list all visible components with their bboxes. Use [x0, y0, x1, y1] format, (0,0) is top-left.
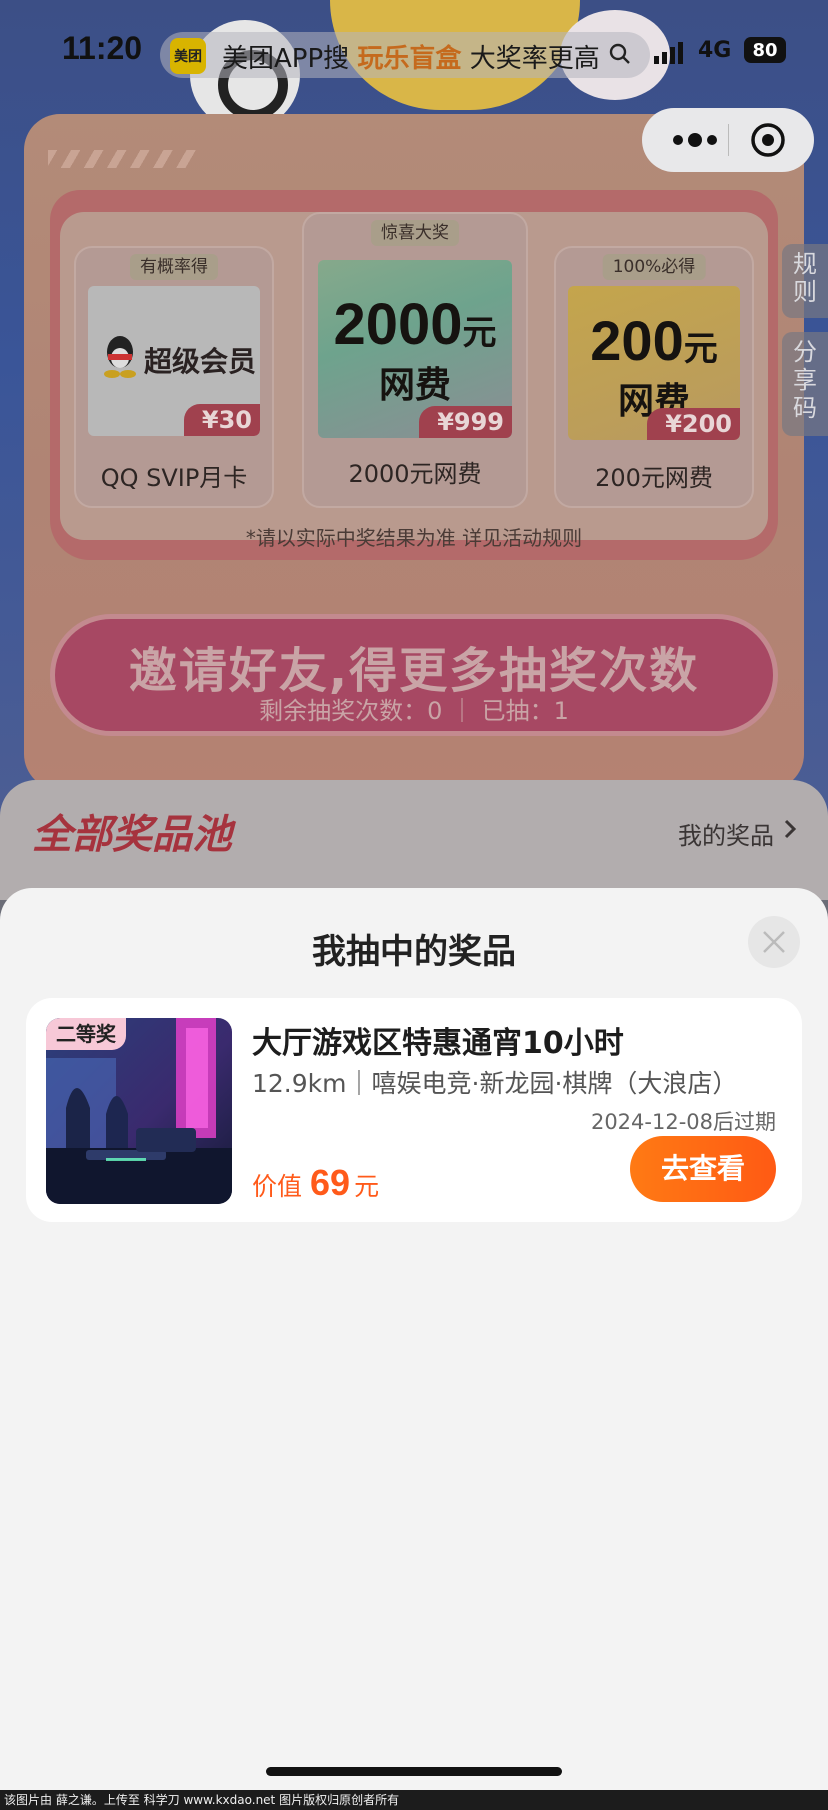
prize-name: 2000元网费 [348, 460, 482, 488]
my-prizes-link[interactable]: 我的奖品 [678, 816, 774, 851]
prize-level-badge: 二等奖 [46, 1018, 126, 1050]
home-indicator[interactable] [266, 1767, 562, 1776]
decorative-stripes [48, 150, 198, 168]
prize-tag: 惊喜大奖 [371, 220, 459, 246]
prize-item-card[interactable]: 二等奖 大厅游戏区特惠通宵10小时 12.9km｜嘻娱电竞·新龙园·棋牌（大浪店… [26, 998, 802, 1222]
prize-image: 超级会员 ¥30 [88, 286, 260, 436]
draw-count-stats: 剩余抽奖次数：0 ｜ 已抽：1 [259, 697, 569, 725]
prize-card-qq-svip[interactable]: 有概率得 超级会员 ¥30 QQ SVIP月卡 [74, 246, 274, 508]
qq-penguin-icon [104, 336, 136, 378]
rules-tab[interactable]: 规则 [782, 244, 828, 318]
battery-indicator: 80 [744, 37, 786, 63]
meituan-logo-icon: 美团 [170, 38, 206, 74]
search-bar[interactable]: 美团 美团APP搜 玩乐盲盒 大奖率更高 [160, 32, 650, 78]
view-prize-button[interactable]: 去查看 [630, 1136, 776, 1202]
prize-thumbnail: 二等奖 [46, 1018, 232, 1204]
prize-item-location: 12.9km｜嘻娱电竞·新龙园·棋牌（大浪店） [252, 1069, 738, 1098]
prize-price: ¥30 [183, 404, 260, 436]
prize-amount: 2000元 [333, 292, 497, 357]
prize-image: 2000元 网费 ¥999 [318, 260, 512, 438]
close-miniprogram-icon[interactable] [750, 122, 786, 158]
watermark-footer: 该图片由 薛之谦。上传至 科学刀 www.kxdao.net 图片版权归原创者所… [0, 1790, 828, 1810]
my-prizes-sheet: 我抽中的奖品 二等奖 大厅游戏区特惠通宵10小时 12.9km｜嘻娱电竞·新龙园… [0, 888, 828, 1810]
chevron-right-icon [784, 819, 797, 839]
prize-item-value: 价值 69 元 [252, 1162, 380, 1203]
capsule-divider [728, 124, 729, 156]
status-bar: 11:20 美团 美团APP搜 玩乐盲盒 大奖率更高 4G 80 [0, 28, 828, 78]
disclaimer-text: *请以实际中奖结果为准 详见活动规则 [245, 526, 583, 550]
prize-tag: 100%必得 [602, 254, 706, 280]
prize-tag: 有概率得 [130, 254, 218, 280]
prize-pool-section: 全部奖品池 我的奖品 [0, 780, 828, 900]
status-time: 11:20 [62, 30, 143, 66]
share-code-tab[interactable]: 分享码 [782, 332, 828, 436]
sheet-title: 我抽中的奖品 [312, 932, 516, 972]
prize-item-title: 大厅游戏区特惠通宵10小时 [252, 1026, 624, 1061]
close-button[interactable] [748, 916, 800, 968]
prize-image: 200元 网费 ¥200 [568, 286, 740, 440]
prize-price: ¥200 [647, 408, 740, 440]
more-icon[interactable] [666, 126, 724, 154]
prize-image-text: 超级会员 [144, 345, 257, 378]
prize-name: 200元网费 [595, 464, 713, 492]
invite-friends-button[interactable]: 邀请好友,得更多抽奖次数 剩余抽奖次数：0 ｜ 已抽：1 [50, 614, 778, 736]
mini-program-capsule [642, 108, 814, 172]
signal-icon [654, 42, 683, 64]
prize-pool-title: 全部奖品池 [32, 812, 232, 858]
prize-card-2000-netfee[interactable]: 惊喜大奖 2000元 网费 ¥999 2000元网费 [302, 212, 528, 508]
prize-price: ¥999 [419, 406, 512, 438]
network-type: 4G [698, 38, 732, 63]
prize-amount: 200元 [590, 309, 718, 372]
prize-item-expiry: 2024-12-08后过期 [590, 1110, 776, 1134]
prize-name: QQ SVIP月卡 [100, 464, 248, 492]
prize-sub: 网费 [378, 365, 451, 406]
close-icon [763, 931, 785, 953]
search-icon [609, 43, 630, 64]
search-hint: 美团APP搜 玩乐盲盒 大奖率更高 [222, 44, 600, 74]
prize-card-200-netfee[interactable]: 100%必得 200元 网费 ¥200 200元网费 [554, 246, 754, 508]
